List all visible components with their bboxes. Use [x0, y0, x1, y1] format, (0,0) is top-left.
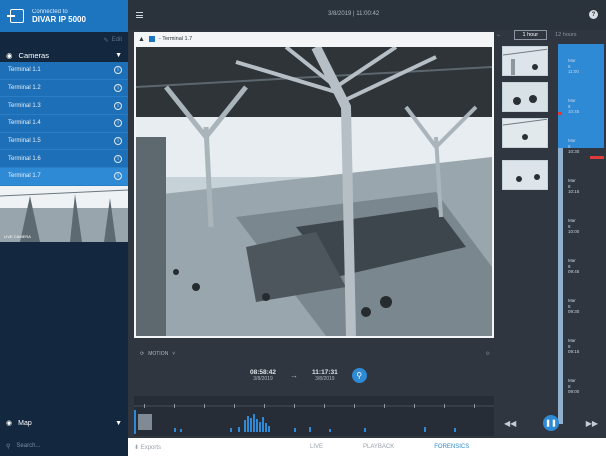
camera-item[interactable]: Terminal 1.4 i [0, 115, 128, 133]
camera-type-icon: ▲ [138, 35, 145, 43]
time-range: 08:58:42 3/8/2019 → 11:17:31 3/8/2019 ⚲ [250, 368, 367, 383]
range-selector: ← 1 hour 12 hours [496, 30, 606, 40]
playhead-marker[interactable] [590, 156, 604, 159]
video-image [136, 47, 492, 336]
time-navigator: ← 1 hour 12 hours Mar 8 11:00 Mar 8 10:4… [496, 30, 606, 438]
info-icon[interactable]: i [114, 137, 122, 146]
motion-icon: ⟳ [140, 351, 145, 357]
bottom-bar: ⬇ Exports LIVE PLAYBACK FORENSICS [128, 438, 606, 456]
time-label: Mar 8 09:30 [568, 298, 580, 314]
pause-button[interactable]: ❚❚ [543, 415, 559, 431]
search-input[interactable]: ⚲ Search... [0, 438, 128, 454]
time-label: Mar 8 09:00 [568, 378, 580, 394]
map-pin-icon: ◉ [6, 420, 13, 427]
result-thumbnail[interactable] [502, 160, 548, 190]
info-icon[interactable]: i [114, 84, 122, 93]
motion-timeline[interactable] [134, 396, 494, 436]
camera-item[interactable]: Terminal 1.5 i [0, 133, 128, 151]
top-bar: 3/8/2019 | 11:00:42 ? [128, 0, 606, 30]
sidebar: Connected to DIVAR IP 5000 ✎ Edit ◉ Came… [0, 0, 128, 456]
connection-label: Connected to [32, 8, 68, 15]
playback-controls: ◀◀ ❚❚ ▶▶ [496, 414, 606, 432]
forensic-controls: ⟳ MOTION ˅ ⚙ [140, 348, 490, 360]
viewer-header: ▲ - Terminal 1.7 [134, 32, 494, 46]
chevron-down-icon: ▼ [115, 51, 122, 59]
tab-live[interactable]: LIVE [310, 444, 323, 450]
info-icon[interactable]: i [114, 101, 122, 110]
time-label: Mar 8 10:15 [568, 178, 580, 194]
logout-icon[interactable] [7, 9, 24, 23]
tab-playback[interactable]: PLAYBACK [363, 444, 394, 450]
cameras-section-header[interactable]: ◉ Cameras ▼ [0, 48, 128, 62]
preview-caption: LIVE CAMERA [4, 233, 31, 239]
result-thumbnail[interactable] [502, 118, 548, 148]
info-icon[interactable]: i [114, 119, 122, 128]
info-icon[interactable]: i [114, 66, 122, 75]
start-time[interactable]: 08:58:42 3/8/2019 [250, 369, 276, 382]
fast-forward-icon[interactable]: ▶▶ [586, 419, 598, 428]
cameras-title: Cameras [18, 50, 49, 60]
rewind-icon[interactable]: ◀◀ [504, 419, 516, 428]
pause-icon: ❚❚ [545, 420, 557, 427]
tab-forensics[interactable]: FORENSICS [434, 444, 469, 450]
info-icon[interactable]: i [114, 154, 122, 163]
timeline-ticks [134, 404, 494, 408]
camera-item[interactable]: Terminal 1.6 i [0, 150, 128, 169]
camera-icon: ◉ [6, 50, 13, 60]
video-viewer: ▲ - Terminal 1.7 [134, 32, 494, 338]
result-thumbnail[interactable] [502, 46, 548, 76]
edit-icon: ✎ [103, 37, 109, 44]
end-time[interactable]: 11:17:31 3/8/2019 [312, 369, 338, 382]
result-thumbnail[interactable] [502, 82, 548, 112]
menu-icon[interactable] [136, 12, 143, 18]
motion-filter[interactable]: MOTION [148, 351, 168, 357]
camera-list: Terminal 1.1 i Terminal 1.2 i Terminal 1.3… [0, 62, 128, 186]
camera-item-selected[interactable]: Terminal 1.7 i [0, 168, 128, 186]
forensic-search-button[interactable]: ⚲ [351, 368, 367, 383]
range-12h-button[interactable]: 12 hours [555, 32, 576, 38]
settings-icon[interactable]: ⚙ [486, 351, 490, 357]
range-1h-button[interactable]: 1 hour [513, 30, 548, 40]
camera-item[interactable]: Terminal 1.3 i [0, 97, 128, 116]
chevron-down-icon: ▼ [115, 419, 122, 427]
connection-name: DIVAR IP 5000 [32, 14, 86, 24]
chevron-left-icon[interactable]: ← [496, 32, 502, 38]
viewer-camera-label: - Terminal 1.7 [158, 36, 193, 42]
camera-color-marker [148, 36, 155, 42]
edit-button[interactable]: ✎ Edit [0, 32, 128, 48]
event-marker [558, 112, 562, 115]
time-label: Mar 8 10:00 [568, 218, 580, 234]
time-label: Mar 8 10:45 [568, 98, 580, 114]
time-label: Mar 8 09:15 [568, 338, 580, 354]
time-label: Mar 8 09:45 [568, 258, 580, 274]
recorded-range [558, 44, 604, 148]
app-root: Connected to DIVAR IP 5000 ✎ Edit ◉ Came… [0, 0, 606, 456]
timeline-activity-bars [134, 410, 456, 434]
connection-header[interactable]: Connected to DIVAR IP 5000 [0, 0, 128, 32]
help-icon[interactable]: ? [589, 10, 598, 19]
info-icon[interactable]: i [114, 172, 122, 181]
search-icon: ⚲ [356, 371, 363, 380]
arrow-right-icon: → [290, 371, 299, 380]
exports-link[interactable]: ⬇ Exports [134, 444, 161, 451]
time-label: Mar 8 11:00 [568, 58, 579, 74]
current-datetime: 3/8/2019 | 11:00:42 [328, 11, 380, 17]
chevron-down-icon[interactable]: ˅ [172, 351, 175, 357]
camera-item[interactable]: Terminal 1.2 i [0, 80, 128, 98]
video-frame[interactable] [136, 47, 492, 336]
search-icon: ⚲ [6, 443, 11, 450]
result-thumbnails [502, 46, 548, 190]
map-section-header[interactable]: ◉ Map ▼ [0, 414, 128, 432]
time-label: Mar 8 10:30 [568, 138, 580, 154]
camera-preview-thumbnail[interactable]: LIVE CAMERA [0, 185, 128, 242]
mode-tabs: LIVE PLAYBACK FORENSICS [310, 444, 469, 450]
camera-item[interactable]: Terminal 1.1 i [0, 62, 128, 80]
